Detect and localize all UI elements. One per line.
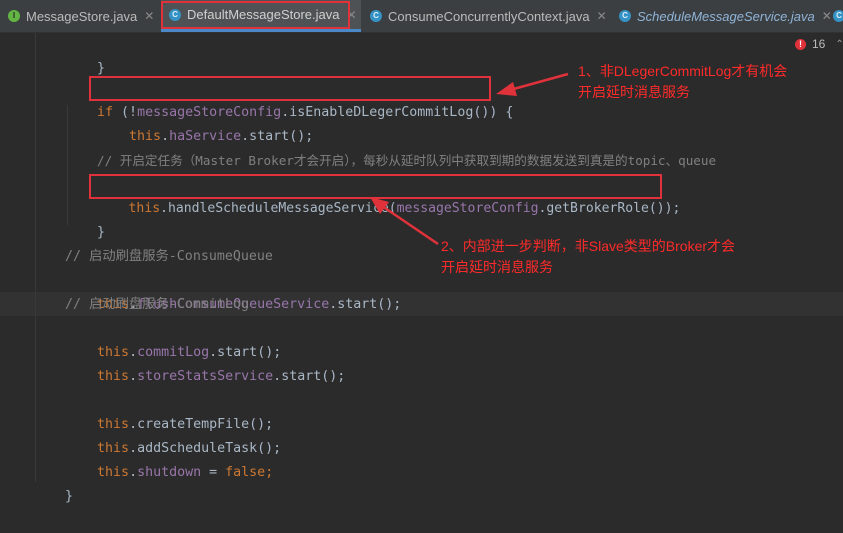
- code-comment: // 开启定任务（Master Broker才会开启），每秒从延时队列中获取到期…: [97, 153, 717, 168]
- code-line: this.haService.start();: [129, 129, 314, 144]
- interface-icon: I: [8, 10, 20, 22]
- tab-label: ScheduleMessageService.java: [637, 8, 815, 24]
- close-icon[interactable]: ✕: [346, 8, 356, 22]
- code-line: this.commitLog.start();: [97, 345, 282, 360]
- tab-schedule-message-service[interactable]: C ScheduleMessageService.java ✕: [611, 0, 832, 32]
- code-line: this.flushConsumeQueueService.start();: [97, 297, 402, 312]
- class-icon: C: [833, 10, 843, 22]
- tab-label: MessageStore.java: [26, 8, 138, 24]
- indent-guide: [35, 33, 36, 482]
- tab-message-store[interactable]: I MessageStore.java ✕: [0, 0, 160, 32]
- class-icon: C: [169, 8, 181, 21]
- tab-label: DefaultMessageStore.java: [187, 7, 340, 22]
- close-icon[interactable]: ✕: [144, 9, 154, 23]
- close-icon[interactable]: ✕: [597, 9, 607, 23]
- code-line: this.shutdown = false;: [97, 465, 274, 480]
- inspection-widget[interactable]: ! 16 ⌃: [795, 35, 843, 53]
- inspection-count: 16: [812, 37, 826, 51]
- error-icon: !: [795, 38, 806, 50]
- class-icon: C: [370, 10, 382, 22]
- editor-tab-bar: I MessageStore.java ✕ C DefaultMessageSt…: [0, 0, 843, 33]
- code-line: this.addScheduleTask();: [97, 441, 282, 456]
- class-icon: C: [619, 10, 631, 22]
- code-comment: // 启动刷盘服务-ConsumeQueue: [65, 249, 273, 264]
- code-line: }: [97, 61, 106, 76]
- code-line: }: [97, 225, 106, 240]
- code-line: this.storeStatsService.start();: [97, 369, 346, 384]
- tab-consume-concurrently-context[interactable]: C ConsumeConcurrentlyContext.java ✕: [362, 0, 610, 32]
- code-comment: // 启动刷盘服务-CommitLog: [65, 297, 249, 312]
- tab-label: ConsumeConcurrentlyContext.java: [388, 8, 590, 24]
- code-line: this.createTempFile();: [97, 417, 274, 432]
- chevron-up-icon[interactable]: ⌃: [835, 39, 843, 50]
- tab-overflow[interactable]: C: [829, 0, 843, 32]
- tab-default-message-store[interactable]: C DefaultMessageStore.java ✕: [161, 0, 361, 32]
- code-line: if (!messageStoreConfig.isEnableDLegerCo…: [97, 105, 514, 120]
- code-line: }: [65, 489, 74, 504]
- code-line: this.handleScheduleMessageService(messag…: [128, 201, 681, 216]
- annotation-note-1: 1、非DLegerCommitLog才有机会 开启延时消息服务: [578, 63, 788, 100]
- annotation-note-2: 2、内部进一步判断，非Slave类型的Broker才会 开启延时消息服务: [441, 238, 736, 275]
